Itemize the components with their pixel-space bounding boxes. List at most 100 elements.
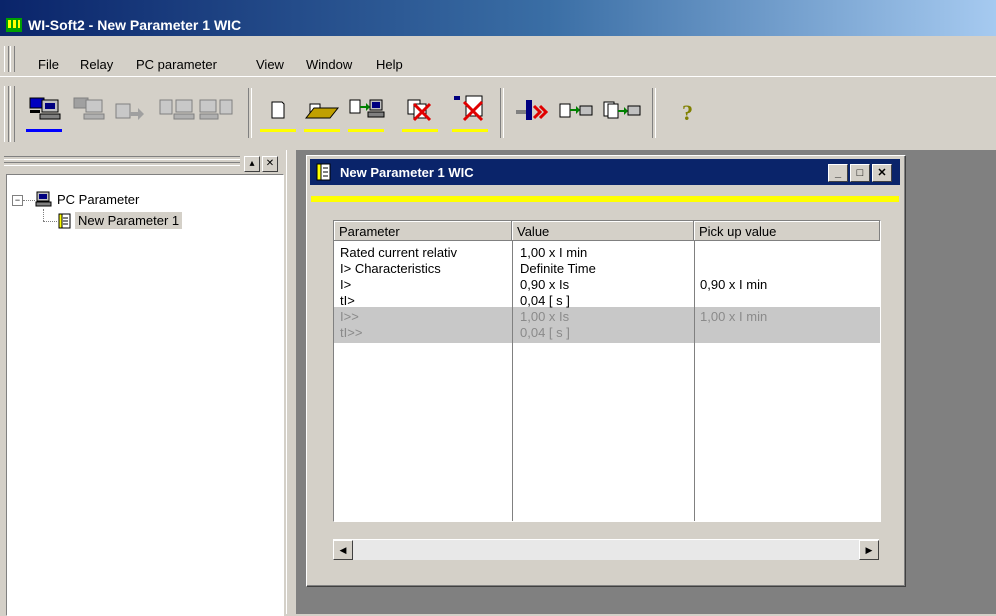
- yellow-underline: [402, 129, 438, 132]
- menu-pc-parameter[interactable]: PC parameter: [136, 57, 217, 72]
- yellow-highlight-bar: [311, 196, 899, 202]
- new-file-icon: [271, 101, 285, 119]
- menu-relay[interactable]: Relay: [80, 57, 113, 72]
- tree-item-new-parameter[interactable]: New Parameter 1: [75, 212, 183, 229]
- pc-to-relay-button[interactable]: [156, 90, 196, 138]
- delete-relay-data-icon: [454, 95, 484, 122]
- menu-grip[interactable]: [4, 46, 9, 72]
- delete-relay-data-button[interactable]: [450, 90, 490, 138]
- parameter-tree[interactable]: − PC Parameter New Parameter 1: [6, 174, 284, 616]
- menu-window[interactable]: Window: [306, 57, 352, 72]
- delete-parameter-icon: [407, 99, 432, 122]
- toolbar-separator: [248, 88, 252, 138]
- horizontal-scrollbar[interactable]: ◀ ▶: [333, 539, 879, 560]
- tree-collapse-toggle[interactable]: −: [12, 195, 23, 206]
- table-cell-value-disabled[interactable]: 0,04 [ s ]: [520, 325, 570, 341]
- pc-to-relay-icon: [159, 99, 195, 120]
- table-cell-pickup[interactable]: 0,90 x I min: [700, 277, 767, 293]
- table-cell-param-disabled[interactable]: tI>>: [340, 325, 362, 341]
- maximize-button[interactable]: □: [850, 164, 870, 182]
- table-cell-value[interactable]: 0,90 x Is: [520, 277, 569, 293]
- open-folder-button[interactable]: [302, 90, 342, 138]
- menu-bar: File Relay PC parameter View Window Help: [0, 36, 996, 76]
- table-cell-value[interactable]: 1,00 x I min: [520, 245, 587, 261]
- panel-close-button[interactable]: ✕: [262, 156, 278, 172]
- column-header-pickup[interactable]: Pick up value: [694, 221, 880, 241]
- app-title: WI-Soft2 - New Parameter 1 WIC: [28, 17, 242, 33]
- delete-parameter-button[interactable]: [400, 90, 440, 138]
- scroll-right-button[interactable]: ▶: [859, 540, 879, 560]
- minimize-button[interactable]: _: [828, 164, 848, 182]
- tree-item-pc-parameter[interactable]: PC Parameter: [57, 192, 139, 207]
- menu-view[interactable]: View: [256, 57, 284, 72]
- close-button[interactable]: ✕: [872, 164, 892, 182]
- table-cell-value[interactable]: 0,04 [ s ]: [520, 293, 570, 309]
- relay-disconnect-button[interactable]: [68, 90, 108, 138]
- app-title-bar: WI-Soft2 - New Parameter 1 WIC: [0, 0, 996, 36]
- table-cell-pickup-disabled[interactable]: 1,00 x I min: [700, 309, 767, 325]
- panel-grip-2[interactable]: [4, 162, 240, 166]
- table-cell-param[interactable]: Rated current relativ: [340, 245, 457, 261]
- document-icon: [58, 213, 71, 229]
- parameter-window-title-bar[interactable]: New Parameter 1 WIC _ □ ✕: [310, 159, 900, 185]
- relay-to-pc-icon: [115, 103, 144, 120]
- parameter-table[interactable]: Parameter Value Pick up value Rated curr…: [333, 220, 881, 522]
- table-cell-param[interactable]: I> Characteristics: [340, 261, 441, 277]
- table-cell-value[interactable]: Definite Time: [520, 261, 596, 277]
- help-button[interactable]: ?: [668, 90, 708, 138]
- toolbar: ?: [0, 78, 996, 148]
- column-divider: [512, 241, 513, 521]
- tree-panel: ▴ ✕ − PC Parameter New Parameter 1: [0, 150, 292, 616]
- print-icon: [603, 101, 641, 119]
- table-cell-param[interactable]: I>: [340, 277, 351, 293]
- toolbar-grip[interactable]: [4, 86, 9, 142]
- relay-connect-icon: [29, 97, 61, 120]
- menu-help[interactable]: Help: [376, 57, 403, 72]
- tree-line: [43, 221, 57, 222]
- pc-icon: [35, 191, 52, 207]
- svg-text:?: ?: [682, 100, 693, 125]
- help-icon: ?: [682, 100, 693, 125]
- toolbar-separator: [652, 88, 656, 138]
- transfer-to-pc-icon: [349, 99, 385, 118]
- column-divider: [694, 241, 695, 521]
- menu-file[interactable]: File: [38, 57, 59, 72]
- panel-header: ▴ ✕: [0, 150, 292, 172]
- column-header-value[interactable]: Value: [512, 221, 694, 241]
- new-file-button[interactable]: [258, 90, 298, 138]
- parameter-window-title: New Parameter 1 WIC: [340, 165, 474, 180]
- table-cell-value-disabled[interactable]: 1,00 x Is: [520, 309, 569, 325]
- tools-icon: [516, 100, 549, 120]
- app-icon: [6, 18, 22, 32]
- yellow-underline: [304, 129, 340, 132]
- tree-line: [43, 209, 44, 221]
- relay-compare-button[interactable]: [198, 90, 238, 138]
- relay-compare-icon: [199, 99, 233, 120]
- parameter-window: New Parameter 1 WIC _ □ ✕ Parameter Valu…: [306, 155, 906, 587]
- menu-grip-2[interactable]: [10, 46, 15, 72]
- open-folder-icon: [304, 103, 340, 119]
- panel-minimize-button[interactable]: ▴: [244, 156, 260, 172]
- toolbar-grip-2[interactable]: [10, 86, 15, 142]
- document-icon: [316, 163, 331, 181]
- print-preview-icon: [559, 103, 593, 118]
- print-button[interactable]: [602, 90, 642, 138]
- column-header-parameter[interactable]: Parameter: [334, 221, 512, 241]
- yellow-underline: [260, 129, 296, 132]
- table-cell-param-disabled[interactable]: I>>: [340, 309, 359, 325]
- table-cell-param[interactable]: tI>: [340, 293, 355, 309]
- relay-connect-button[interactable]: [24, 90, 64, 138]
- disabled-rows-band: [334, 307, 880, 343]
- menu-divider: [0, 76, 996, 77]
- relay-disconnect-icon: [73, 97, 105, 120]
- panel-grip[interactable]: [4, 156, 240, 160]
- tree-line: [23, 200, 35, 201]
- yellow-underline: [452, 129, 488, 132]
- tools-button[interactable]: [512, 90, 552, 138]
- toolbar-separator: [500, 88, 504, 138]
- scroll-left-button[interactable]: ◀: [333, 540, 353, 560]
- relay-to-pc-button[interactable]: [112, 90, 152, 138]
- transfer-to-pc-button[interactable]: [346, 90, 386, 138]
- print-preview-button[interactable]: [556, 90, 596, 138]
- active-underline: [26, 129, 62, 132]
